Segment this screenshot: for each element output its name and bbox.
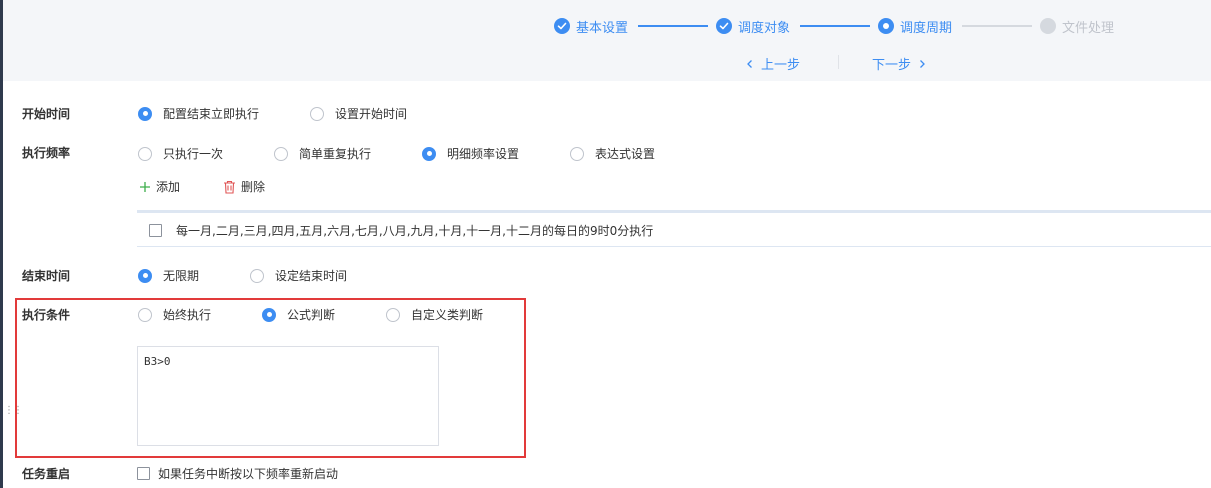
next-step-button[interactable]: 下一步 (872, 54, 927, 73)
radio-expression[interactable]: 表达式设置 (570, 145, 655, 162)
radio-unchecked-icon (570, 146, 584, 161)
condition-label: 执行条件 (22, 308, 71, 322)
radio-checked-icon (138, 268, 152, 283)
prev-step-label: 上一步 (761, 58, 801, 73)
add-rule-button[interactable]: 添加 (139, 178, 180, 195)
formula-input[interactable]: B3>0 (137, 346, 439, 446)
radio-run-once[interactable]: 只执行一次 (138, 145, 223, 162)
restart-option[interactable]: 如果任务中断按以下频率重新启动 (137, 465, 338, 482)
prev-step-button[interactable]: 上一步 (745, 54, 800, 73)
step-label: 文件处理 (1062, 20, 1115, 36)
radio-custom-class[interactable]: 自定义类判断 (386, 306, 483, 323)
radio-set-start-time[interactable]: 设置开始时间 (310, 105, 407, 122)
frequency-rule-list: 每一月,二月,三月,四月,五月,六月,七月,八月,九月,十月,十一月,十二月的每… (137, 210, 1211, 247)
chevron-left-icon (747, 59, 752, 68)
radio-detailed-frequency[interactable]: 明细频率设置 (422, 145, 519, 162)
step-schedule-period[interactable]: 调度周期 (878, 17, 953, 36)
step-basic-settings[interactable]: 基本设置 (554, 17, 629, 36)
wizard-header (3, 0, 1211, 81)
radio-simple-repeat[interactable]: 简单重复执行 (274, 145, 371, 162)
radio-unchecked-icon (138, 146, 152, 161)
trash-icon (224, 180, 235, 194)
step-label: 调度周期 (900, 20, 953, 36)
radio-checked-icon (138, 106, 152, 121)
radio-set-end-time[interactable]: 设定结束时间 (250, 267, 347, 284)
radio-start-immediately[interactable]: 配置结束立即执行 (138, 105, 259, 122)
step-connector (962, 25, 1032, 27)
frequency-label: 执行频率 (22, 146, 71, 160)
radio-formula[interactable]: 公式判断 (262, 306, 335, 323)
pending-step-icon (1040, 18, 1056, 34)
radio-unchecked-icon (386, 307, 400, 322)
radio-checked-icon (422, 146, 436, 161)
restart-checkbox[interactable] (137, 467, 150, 480)
radio-unchecked-icon (250, 268, 264, 283)
step-label: 调度对象 (738, 20, 791, 36)
current-step-icon (878, 18, 894, 34)
step-connector (800, 25, 870, 27)
resize-grip-icon[interactable]: ⋮⋮ (4, 404, 23, 418)
step-label: 基本设置 (576, 20, 629, 36)
nav-divider (838, 55, 839, 69)
step-connector (638, 25, 708, 27)
radio-unchecked-icon (274, 146, 288, 161)
list-item[interactable]: 每一月,二月,三月,四月,五月,六月,七月,八月,九月,十月,十一月,十二月的每… (149, 222, 653, 239)
next-step-label: 下一步 (872, 58, 912, 73)
step-file-processing[interactable]: 文件处理 (1040, 17, 1115, 36)
rule-checkbox[interactable] (149, 224, 162, 237)
start-time-label: 开始时间 (22, 107, 71, 121)
restart-label: 任务重启 (22, 467, 71, 481)
check-icon (716, 18, 732, 34)
radio-checked-icon (262, 307, 276, 322)
step-schedule-object[interactable]: 调度对象 (716, 17, 791, 36)
radio-unchecked-icon (310, 106, 324, 121)
radio-unchecked-icon (138, 307, 152, 322)
plus-icon (140, 181, 150, 192)
delete-rule-button[interactable]: 删除 (223, 178, 265, 195)
chevron-right-icon (920, 59, 925, 68)
radio-no-end[interactable]: 无限期 (138, 267, 199, 284)
check-icon (554, 18, 570, 34)
radio-always-execute[interactable]: 始终执行 (138, 306, 211, 323)
end-time-label: 结束时间 (22, 269, 71, 283)
